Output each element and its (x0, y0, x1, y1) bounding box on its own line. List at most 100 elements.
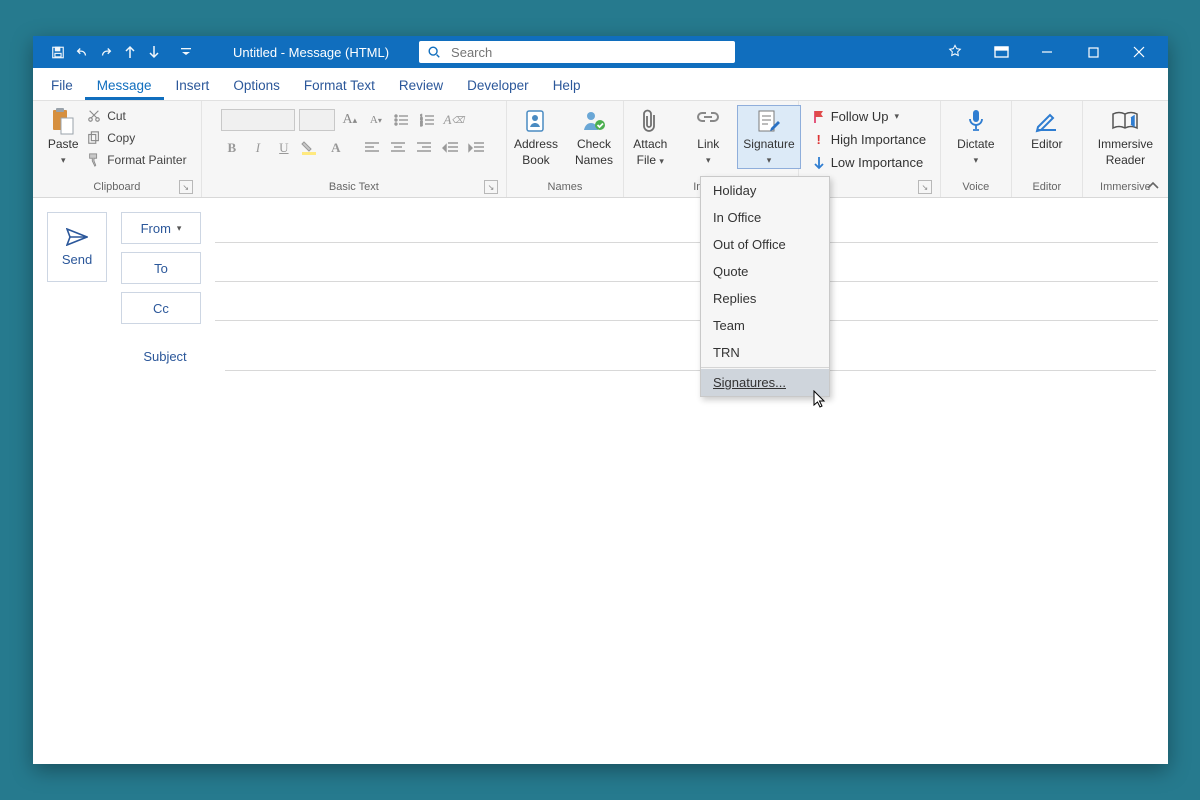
signature-item-signatures[interactable]: Signatures... (701, 369, 829, 396)
undo-icon[interactable] (75, 45, 89, 59)
address-buttons: From ▾ To Cc (121, 212, 201, 324)
cut-button[interactable]: Cut (83, 107, 190, 125)
address-fields (215, 212, 1158, 324)
window-title: Untitled - Message (HTML) (233, 45, 389, 60)
group-voice: Dictate ▾ Voice (941, 101, 1012, 197)
font-size-combo[interactable] (299, 109, 335, 131)
cc-button[interactable]: Cc (121, 292, 201, 324)
collapse-ribbon-icon[interactable] (1146, 181, 1160, 191)
increase-indent-icon[interactable] (465, 137, 487, 159)
high-importance-button[interactable]: ! High Importance (809, 130, 930, 149)
svg-text:3: 3 (420, 123, 423, 127)
format-painter-button[interactable]: Format Painter (83, 151, 190, 169)
highlight-icon[interactable] (299, 137, 321, 159)
to-button[interactable]: To (121, 252, 201, 284)
clear-formatting-icon[interactable]: A⌫ (443, 109, 465, 131)
signature-item-holiday[interactable]: Holiday (701, 177, 829, 204)
copy-icon (87, 131, 101, 145)
send-icon (66, 228, 88, 246)
font-name-combo[interactable] (221, 109, 295, 131)
menu-developer[interactable]: Developer (455, 72, 541, 100)
address-book-icon (522, 107, 550, 135)
immersive-reader-button[interactable]: Immersive Reader (1092, 105, 1159, 169)
menu-review[interactable]: Review (387, 72, 455, 100)
close-button[interactable] (1116, 36, 1162, 68)
search-box[interactable] (419, 41, 735, 63)
high-importance-icon: ! (813, 132, 825, 147)
ribbon: Paste ▾ Cut Copy Format Paint (33, 101, 1168, 198)
menu-options[interactable]: Options (221, 72, 292, 100)
signature-item-quote[interactable]: Quote (701, 258, 829, 285)
minimize-button[interactable] (1024, 36, 1070, 68)
menu-help[interactable]: Help (541, 72, 593, 100)
attach-file-button[interactable]: Attach File ▾ (621, 105, 679, 170)
down-arrow-icon[interactable] (147, 45, 161, 59)
bold-button[interactable]: B (221, 137, 243, 159)
check-names-button[interactable]: Check Names (565, 105, 623, 169)
signature-item-replies[interactable]: Replies (701, 285, 829, 312)
signature-item-out-of-office[interactable]: Out of Office (701, 231, 829, 258)
address-book-button[interactable]: Address Book (507, 105, 565, 169)
align-center-icon[interactable] (387, 137, 409, 159)
menu-insert[interactable]: Insert (164, 72, 222, 100)
editor-button[interactable]: Editor (1018, 105, 1076, 153)
maximize-button[interactable] (1070, 36, 1116, 68)
underline-button[interactable]: U (273, 137, 295, 159)
coming-soon-icon[interactable] (932, 36, 978, 68)
basic-text-launcher[interactable]: ↘ (484, 180, 498, 194)
from-button[interactable]: From ▾ (121, 212, 201, 244)
redo-icon[interactable] (99, 45, 113, 59)
format-painter-icon (87, 153, 101, 167)
signature-item-trn[interactable]: TRN (701, 339, 829, 366)
subject-input[interactable] (225, 342, 1156, 371)
search-input[interactable] (449, 44, 727, 61)
tags-launcher[interactable]: ↘ (918, 180, 932, 194)
customize-qat-icon[interactable] (179, 45, 193, 59)
save-icon[interactable] (51, 45, 65, 59)
copy-button[interactable]: Copy (83, 129, 190, 147)
decrease-indent-icon[interactable] (439, 137, 461, 159)
menu-format-text[interactable]: Format Text (292, 72, 387, 100)
font-color-icon[interactable]: A (325, 137, 347, 159)
menu-message[interactable]: Message (85, 72, 164, 100)
link-button[interactable]: Link ▾ (679, 105, 737, 169)
ribbon-display-icon[interactable] (978, 36, 1024, 68)
editor-icon (1033, 107, 1061, 135)
low-importance-button[interactable]: Low Importance (809, 153, 928, 172)
numbering-icon[interactable]: 123 (417, 109, 439, 131)
immersive-reader-icon (1111, 107, 1139, 135)
group-editor: Editor Editor (1012, 101, 1083, 197)
titlebar: Untitled - Message (HTML) (33, 36, 1168, 68)
low-importance-icon (813, 156, 825, 170)
group-basic-text: A▴ A▾ 123 A⌫ B I U A (202, 101, 507, 197)
group-clipboard: Paste ▾ Cut Copy Format Paint (33, 101, 202, 197)
signature-dropdown: Holiday In Office Out of Office Quote Re… (700, 176, 830, 397)
dropdown-separator (701, 367, 829, 368)
shrink-font-icon[interactable]: A▾ (365, 109, 387, 131)
follow-up-button[interactable]: Follow Up▾ (809, 107, 903, 126)
signature-item-team[interactable]: Team (701, 312, 829, 339)
send-button[interactable]: Send (47, 212, 107, 282)
clipboard-launcher[interactable]: ↘ (179, 180, 193, 194)
menu-file[interactable]: File (39, 72, 85, 100)
chevron-down-icon: ▾ (61, 153, 66, 167)
subject-label: Subject (105, 349, 225, 364)
check-names-icon (580, 107, 608, 135)
cc-field[interactable] (215, 290, 1158, 321)
link-icon (694, 107, 722, 135)
align-left-icon[interactable] (361, 137, 383, 159)
up-arrow-icon[interactable] (123, 45, 137, 59)
signature-icon (755, 107, 783, 135)
align-right-icon[interactable] (413, 137, 435, 159)
to-field[interactable] (215, 251, 1158, 282)
signature-item-in-office[interactable]: In Office (701, 204, 829, 231)
grow-font-icon[interactable]: A▴ (339, 109, 361, 131)
bullets-icon[interactable] (391, 109, 413, 131)
titlebar-controls (932, 36, 1168, 68)
from-field[interactable] (215, 212, 1158, 243)
group-names: Address Book Check Names Names (507, 101, 624, 197)
paste-icon (49, 107, 77, 135)
italic-button[interactable]: I (247, 137, 269, 159)
dictate-button[interactable]: Dictate ▾ (947, 105, 1005, 169)
signature-button[interactable]: Signature ▾ (737, 105, 800, 169)
